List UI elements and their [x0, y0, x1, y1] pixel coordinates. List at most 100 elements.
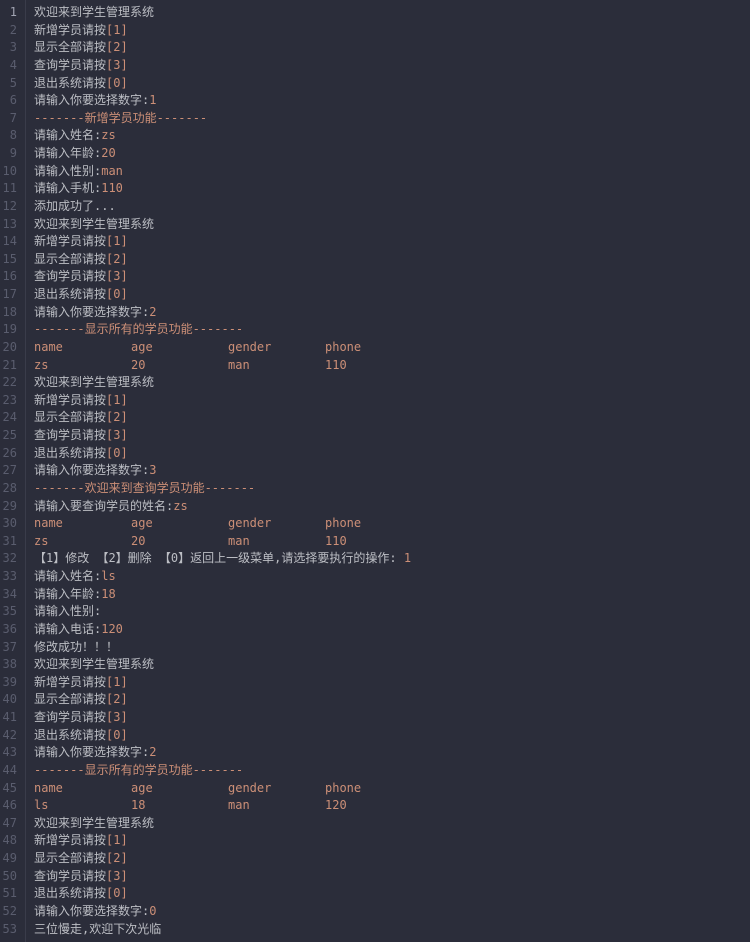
- text-segment: [0]: [106, 287, 128, 301]
- text-segment: 请输入要查询学员的姓名:: [34, 499, 173, 513]
- text-segment: 查询学员请按: [34, 269, 106, 283]
- text-segment: 请输入你要选择数字:: [34, 463, 149, 477]
- table-cell: zs: [34, 533, 131, 551]
- text-segment: 修改成功！！！: [34, 640, 118, 654]
- code-line: 退出系统请按[0]: [34, 885, 411, 903]
- text-segment: 退出系统请按: [34, 886, 106, 900]
- text-segment: 请输入手机:: [34, 181, 101, 195]
- code-line: 请输入性别:: [34, 603, 411, 621]
- line-number: 13: [0, 216, 17, 234]
- code-line: 请输入姓名:ls: [34, 568, 411, 586]
- text-segment: [1]: [106, 23, 128, 37]
- text-segment: [3]: [106, 869, 128, 883]
- code-line: 显示全部请按[2]: [34, 409, 411, 427]
- text-segment: 请输入性别:: [34, 164, 101, 178]
- text-segment: 欢迎来到学生管理系统: [34, 217, 154, 231]
- text-segment: 退出系统请按: [34, 76, 106, 90]
- text-segment: [0]: [106, 728, 128, 742]
- line-number: 46: [0, 797, 17, 815]
- text-segment: [2]: [106, 692, 128, 706]
- line-number: 32: [0, 550, 17, 568]
- text-segment: 欢迎来到学生管理系统: [34, 657, 154, 671]
- code-line: 显示全部请按[2]: [34, 850, 411, 868]
- text-segment: 三位慢走,欢迎下次光临: [34, 922, 161, 936]
- line-number: 20: [0, 339, 17, 357]
- text-segment: zs: [101, 128, 115, 142]
- line-number: 19: [0, 321, 17, 339]
- text-segment: 新增学员请按: [34, 23, 106, 37]
- text-segment: 请输入性别:: [34, 604, 101, 618]
- text-segment: 2: [149, 745, 156, 759]
- line-number: 15: [0, 251, 17, 269]
- line-number: 38: [0, 656, 17, 674]
- line-number: 28: [0, 480, 17, 498]
- code-line: 新增学员请按[1]: [34, 392, 411, 410]
- text-segment: 【1】修改 【2】删除 【0】返回上一级菜单,请选择要执行的操作:: [34, 551, 404, 565]
- text-segment: 2: [149, 305, 156, 319]
- text-segment: 新增学员请按: [34, 393, 106, 407]
- code-line: -------欢迎来到查询学员功能-------: [34, 480, 411, 498]
- text-segment: [0]: [106, 76, 128, 90]
- line-number: 25: [0, 427, 17, 445]
- table-cell: phone: [325, 339, 361, 357]
- code-content[interactable]: 欢迎来到学生管理系统新增学员请按[1]显示全部请按[2]查询学员请按[3]退出系…: [26, 0, 411, 942]
- line-number: 29: [0, 498, 17, 516]
- code-editor: 1234567891011121314151617181920212223242…: [0, 0, 750, 942]
- line-number: 39: [0, 674, 17, 692]
- text-segment: 添加成功了...: [34, 199, 116, 213]
- text-segment: 110: [101, 181, 123, 195]
- text-segment: 显示全部请按: [34, 851, 106, 865]
- line-number: 27: [0, 462, 17, 480]
- line-number: 26: [0, 445, 17, 463]
- code-line: nameagegenderphone: [34, 339, 411, 357]
- text-segment: 0: [149, 904, 156, 918]
- line-number: 23: [0, 392, 17, 410]
- code-line: 欢迎来到学生管理系统: [34, 656, 411, 674]
- code-line: 退出系统请按[0]: [34, 75, 411, 93]
- code-line: nameagegenderphone: [34, 780, 411, 798]
- code-line: 欢迎来到学生管理系统: [34, 374, 411, 392]
- text-segment: 请输入你要选择数字:: [34, 904, 149, 918]
- text-segment: [3]: [106, 269, 128, 283]
- code-line: 新增学员请按[1]: [34, 22, 411, 40]
- line-number: 45: [0, 780, 17, 798]
- text-segment: -------显示所有的学员功能-------: [34, 763, 243, 777]
- line-number: 5: [0, 75, 17, 93]
- text-segment: 新增学员请按: [34, 675, 106, 689]
- text-segment: [1]: [106, 833, 128, 847]
- table-cell: 20: [131, 533, 228, 551]
- table-cell: man: [228, 357, 325, 375]
- line-number: 48: [0, 832, 17, 850]
- line-number: 16: [0, 268, 17, 286]
- table-cell: gender: [228, 515, 325, 533]
- text-segment: 请输入年龄:: [34, 587, 101, 601]
- text-segment: 18: [101, 587, 115, 601]
- code-line: 请输入你要选择数字:2: [34, 304, 411, 322]
- line-number: 52: [0, 903, 17, 921]
- code-line: -------显示所有的学员功能-------: [34, 321, 411, 339]
- line-number: 30: [0, 515, 17, 533]
- text-segment: 显示全部请按: [34, 40, 106, 54]
- text-segment: -------显示所有的学员功能-------: [34, 322, 243, 336]
- text-segment: 请输入姓名:: [34, 569, 101, 583]
- line-number: 36: [0, 621, 17, 639]
- line-number: 44: [0, 762, 17, 780]
- table-cell: 18: [131, 797, 228, 815]
- code-line: 请输入性别:man: [34, 163, 411, 181]
- table-cell: 110: [325, 357, 347, 375]
- line-number: 42: [0, 727, 17, 745]
- text-segment: 退出系统请按: [34, 287, 106, 301]
- text-segment: [0]: [106, 446, 128, 460]
- code-line: zs20man110: [34, 533, 411, 551]
- table-cell: phone: [325, 515, 361, 533]
- code-line: 显示全部请按[2]: [34, 691, 411, 709]
- line-number: 31: [0, 533, 17, 551]
- code-line: 退出系统请按[0]: [34, 727, 411, 745]
- line-number: 6: [0, 92, 17, 110]
- line-number: 24: [0, 409, 17, 427]
- text-segment: [3]: [106, 428, 128, 442]
- text-segment: 请输入电话:: [34, 622, 101, 636]
- line-number: 22: [0, 374, 17, 392]
- text-segment: [1]: [106, 393, 128, 407]
- code-line: 查询学员请按[3]: [34, 268, 411, 286]
